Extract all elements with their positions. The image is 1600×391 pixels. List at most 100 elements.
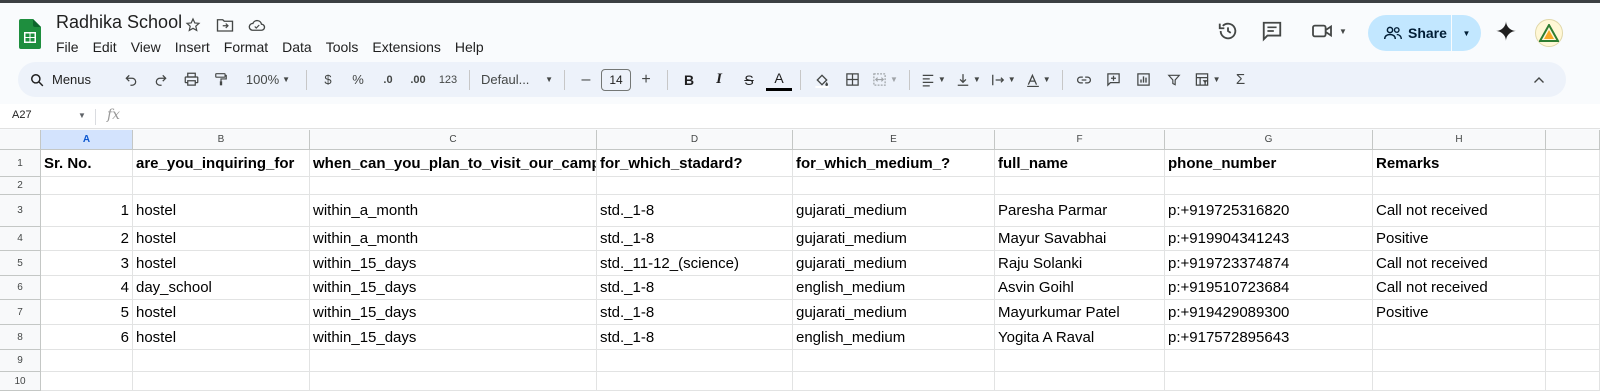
share-dropdown[interactable]: ▼ (1452, 29, 1481, 38)
column-header-b[interactable]: B (133, 130, 310, 150)
document-title[interactable]: Radhika School (56, 12, 182, 33)
table-cell[interactable]: 2 (41, 227, 133, 251)
column-header-d[interactable]: D (597, 130, 793, 150)
table-cell[interactable] (310, 177, 597, 195)
table-cell[interactable]: Mayur Savabhai (995, 227, 1165, 251)
table-cell[interactable]: hostel (133, 300, 310, 325)
table-cell[interactable]: Call not received (1373, 251, 1546, 276)
header-cell[interactable]: full_name (995, 150, 1165, 177)
redo-icon[interactable] (148, 66, 174, 94)
table-cell[interactable]: gujarati_medium (793, 251, 995, 276)
version-history-icon[interactable] (1212, 13, 1244, 49)
cloud-status-icon[interactable] (246, 14, 268, 36)
fill-color-icon[interactable] (809, 66, 835, 94)
table-cell[interactable]: Raju Solanki (995, 251, 1165, 276)
table-cell[interactable] (1546, 325, 1600, 350)
table-cell[interactable]: within_a_month (310, 227, 597, 251)
header-cell[interactable]: for_which_medium_? (793, 150, 995, 177)
undo-icon[interactable] (118, 66, 144, 94)
table-cell[interactable]: Asvin Goihl (995, 276, 1165, 300)
filter-icon[interactable] (1161, 66, 1187, 94)
merge-cells-icon[interactable]: ▼ (869, 66, 901, 94)
font-select[interactable]: Defaul... ▼ (478, 66, 556, 94)
table-cell[interactable] (1373, 350, 1546, 372)
header-cell[interactable]: are_you_inquiring_for (133, 150, 310, 177)
print-icon[interactable] (178, 66, 204, 94)
table-cell[interactable] (133, 350, 310, 372)
chevron-down-icon[interactable]: ▼ (78, 111, 86, 120)
table-cell[interactable] (1546, 177, 1600, 195)
table-cell[interactable]: hostel (133, 227, 310, 251)
menu-insert[interactable]: Insert (168, 38, 217, 56)
meet-video-icon[interactable]: ▼ (1305, 13, 1353, 49)
avatar[interactable] (1535, 19, 1563, 47)
sheets-logo-icon[interactable] (19, 19, 41, 49)
table-cell[interactable] (597, 372, 793, 391)
column-header-g[interactable]: G (1165, 130, 1373, 150)
row-header-6[interactable]: 6 (0, 276, 41, 300)
table-cell[interactable] (41, 350, 133, 372)
table-cell[interactable] (1546, 300, 1600, 325)
column-header-h[interactable]: H (1373, 130, 1546, 150)
text-wrapping-icon[interactable]: ▼ (988, 66, 1019, 94)
row-header-1[interactable]: 1 (0, 150, 41, 177)
name-box[interactable]: A27 (12, 109, 32, 121)
table-cell[interactable]: p:+919510723684 (1165, 276, 1373, 300)
header-cell[interactable]: Remarks (1373, 150, 1546, 177)
table-cell[interactable] (1546, 276, 1600, 300)
row-header-7[interactable]: 7 (0, 300, 41, 325)
table-cell[interactable]: p:+919904341243 (1165, 227, 1373, 251)
percent-format-button[interactable]: % (345, 66, 371, 94)
menu-view[interactable]: View (124, 38, 168, 56)
vertical-align-icon[interactable]: ▼ (953, 66, 984, 94)
table-cell[interactable]: Yogita A Raval (995, 325, 1165, 350)
table-cell[interactable] (1546, 251, 1600, 276)
insert-chart-icon[interactable] (1131, 66, 1157, 94)
table-cell[interactable]: day_school (133, 276, 310, 300)
table-cell[interactable]: std._1-8 (597, 276, 793, 300)
table-cell[interactable]: Call not received (1373, 276, 1546, 300)
header-cell[interactable]: Sr. No. (41, 150, 133, 177)
table-cell[interactable] (793, 372, 995, 391)
paint-format-icon[interactable] (208, 66, 234, 94)
table-cell[interactable] (597, 177, 793, 195)
search-menus[interactable]: Menus (18, 72, 116, 87)
menu-format[interactable]: Format (217, 38, 275, 56)
table-cell[interactable]: Positive (1373, 300, 1546, 325)
horizontal-align-icon[interactable]: ▼ (918, 66, 949, 94)
row-header-2[interactable]: 2 (0, 177, 41, 195)
select-all-corner[interactable] (0, 130, 41, 150)
column-header-e[interactable]: E (793, 130, 995, 150)
table-cell[interactable]: english_medium (793, 276, 995, 300)
table-cell[interactable] (995, 177, 1165, 195)
row-header-8[interactable]: 8 (0, 325, 41, 350)
table-cell[interactable] (793, 350, 995, 372)
header-cell[interactable]: for_which_stadard? (597, 150, 793, 177)
font-size-input[interactable]: 14 (601, 68, 631, 91)
table-cell[interactable]: gujarati_medium (793, 195, 995, 227)
table-cell[interactable]: Positive (1373, 227, 1546, 251)
column-header-blank[interactable] (1546, 130, 1600, 150)
table-cell[interactable] (1165, 177, 1373, 195)
table-cell[interactable]: Mayurkumar Patel (995, 300, 1165, 325)
table-cell[interactable] (1165, 372, 1373, 391)
table-cell[interactable] (41, 372, 133, 391)
gemini-icon[interactable] (1492, 13, 1520, 49)
table-cell[interactable]: std._1-8 (597, 227, 793, 251)
header-cell[interactable]: phone_number (1165, 150, 1373, 177)
table-cell[interactable]: p:+919725316820 (1165, 195, 1373, 227)
table-cell[interactable]: hostel (133, 325, 310, 350)
move-to-folder-icon[interactable] (214, 14, 236, 36)
text-color-button[interactable]: A (766, 69, 792, 91)
table-cell[interactable] (1546, 350, 1600, 372)
decrease-decimal-button[interactable]: .0 (375, 66, 401, 94)
borders-icon[interactable] (839, 66, 865, 94)
menu-file[interactable]: File (49, 38, 86, 56)
table-cell[interactable] (41, 177, 133, 195)
table-cell[interactable] (1546, 372, 1600, 391)
table-cell[interactable] (310, 372, 597, 391)
italic-button[interactable]: I (706, 66, 732, 94)
table-cell[interactable]: within_15_days (310, 300, 597, 325)
table-cell[interactable]: std._1-8 (597, 195, 793, 227)
column-header-f[interactable]: F (995, 130, 1165, 150)
